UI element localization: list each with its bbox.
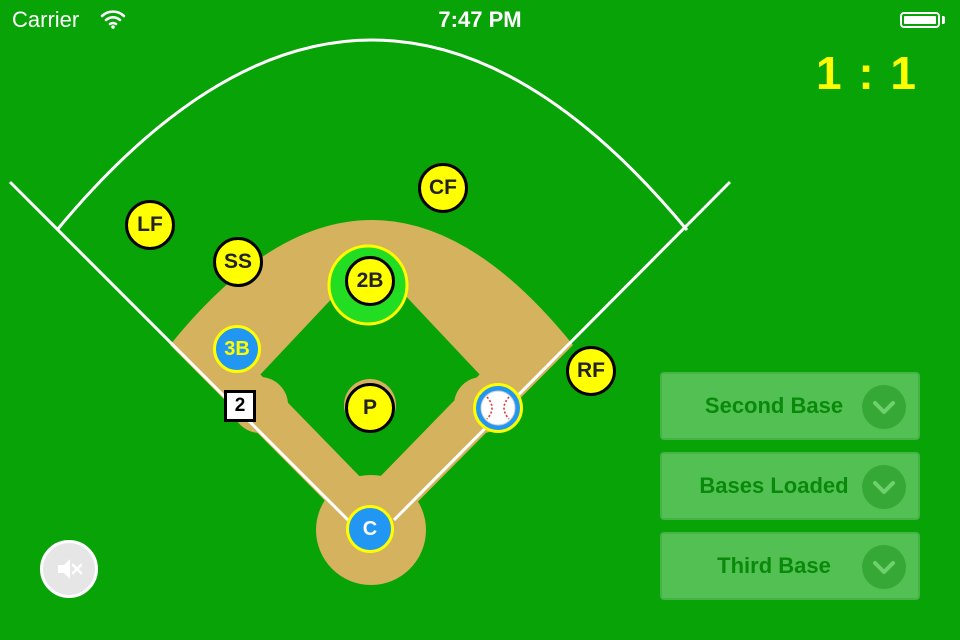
baseball-icon-graphic [480, 390, 516, 426]
chevron-down-icon [862, 545, 906, 589]
baseball-icon[interactable] [473, 383, 523, 433]
chevron-down-icon [862, 385, 906, 429]
bases-loaded-label: Bases Loaded [699, 473, 849, 498]
second-base-button[interactable]: Second Base [660, 372, 920, 440]
catcher[interactable]: C [346, 505, 394, 553]
shortstop[interactable]: SS [213, 237, 263, 287]
pitcher[interactable]: P [345, 383, 395, 433]
chevron-down-icon [862, 465, 906, 509]
third-base-button[interactable]: Third Base [660, 532, 920, 600]
second-base-label: Second Base [704, 393, 844, 418]
center-fielder[interactable]: CF [418, 163, 468, 213]
third-base-label: Third Base [717, 553, 831, 578]
second-baseman[interactable]: 2B [345, 256, 395, 306]
right-fielder[interactable]: RF [566, 346, 616, 396]
third-base-runner[interactable]: 3B [213, 325, 261, 373]
speaker-mute-icon [58, 559, 83, 579]
batter-number-badge: 2 [224, 390, 256, 422]
left-fielder[interactable]: LF [125, 200, 175, 250]
mute-button[interactable] [40, 540, 98, 598]
bases-loaded-button[interactable]: Bases Loaded [660, 452, 920, 520]
